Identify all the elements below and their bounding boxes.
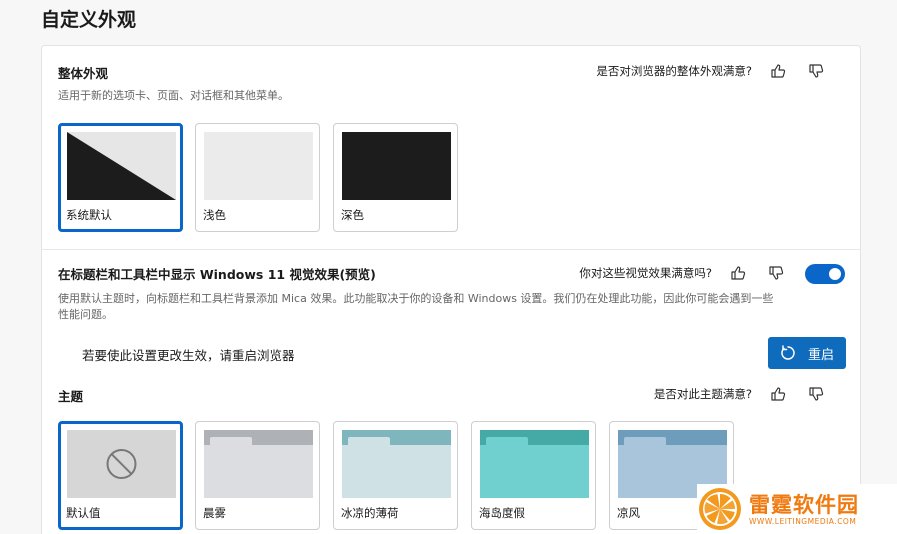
theme-option-morning-fog[interactable]: 晨雾 (195, 421, 320, 530)
theme-feedback: 是否对此主题满意? (654, 386, 824, 402)
appearance-option-system-default[interactable]: 系统默认 (58, 123, 183, 232)
restart-icon (781, 345, 795, 360)
system-default-preview (67, 132, 176, 200)
description-line: 性能问题。 (58, 308, 113, 321)
theme-feedback-question: 是否对此主题满意? (653, 387, 752, 401)
dark-preview (342, 132, 451, 200)
windows11-effects-title: 在标题栏和工具栏中显示 Windows 11 视觉效果(预览) (58, 267, 376, 282)
overall-appearance-description: 适用于新的选项卡、页面、对话框和其他菜单。 (58, 89, 289, 102)
overall-appearance-title: 整体外观 (58, 66, 109, 81)
windows11-feedback: 你对这些视觉效果满意吗? (579, 265, 784, 281)
thumbs-down-icon[interactable] (808, 386, 824, 402)
windows11-feedback-question: 你对这些视觉效果满意吗? (579, 266, 712, 280)
theme-preview (204, 430, 313, 498)
restart-button[interactable]: 重启 (768, 337, 846, 369)
theme-option-label: 凉风 (617, 506, 640, 520)
thumbs-down-icon[interactable] (808, 63, 824, 79)
appearance-option-label: 深色 (341, 208, 364, 222)
appearance-option-label: 浅色 (203, 208, 226, 222)
default-theme-preview (67, 430, 176, 498)
theme-option-label: 晨雾 (203, 506, 226, 520)
restart-button-label: 重启 (807, 347, 834, 363)
theme-option-label: 海岛度假 (479, 506, 525, 520)
settings-card: 整体外观 适用于新的选项卡、页面、对话框和其他菜单。 是否对浏览器的整体外观满意… (41, 45, 861, 534)
theme-option-island-getaway[interactable]: 海岛度假 (471, 421, 596, 530)
thumbs-up-icon[interactable] (770, 386, 786, 402)
toggle-knob (829, 268, 841, 280)
overall-feedback-question: 是否对浏览器的整体外观满意? (596, 64, 752, 78)
thumbs-up-icon[interactable] (730, 265, 746, 281)
appearance-option-light[interactable]: 浅色 (195, 123, 320, 232)
watermark-text: 雷霆软件园 WWW.LEITINGMEDIA.COM (749, 493, 859, 526)
theme-title: 主题 (58, 389, 84, 404)
theme-option-label: 默认值 (66, 506, 101, 520)
windows11-effects-toggle[interactable] (805, 264, 845, 284)
theme-option-label: 冰凉的薄荷 (341, 506, 399, 520)
section-divider (42, 249, 860, 250)
folder-icon (480, 430, 589, 498)
folder-icon (342, 430, 451, 498)
description-line: 使用默认主题时，向标题栏和工具栏背景添加 Mica 效果。此功能取决于你的设备和… (58, 292, 774, 305)
theme-option-default[interactable]: 默认值 (58, 421, 183, 530)
theme-preview (342, 430, 451, 498)
watermark-url: WWW.LEITINGMEDIA.COM (749, 516, 857, 526)
thumbs-down-icon[interactable] (768, 265, 784, 281)
page-title: 自定义外观 (41, 9, 137, 31)
appearance-option-label: 系统默认 (66, 208, 112, 222)
orange-slice-logo-icon (699, 488, 741, 530)
folder-icon (204, 430, 313, 498)
watermark: 雷霆软件园 WWW.LEITINGMEDIA.COM (697, 484, 897, 534)
theme-option-cool-mint[interactable]: 冰凉的薄荷 (333, 421, 458, 530)
theme-preview (480, 430, 589, 498)
windows11-effects-description: 使用默认主题时，向标题栏和工具栏背景添加 Mica 效果。此功能取决于你的设备和… (58, 291, 848, 323)
overall-feedback: 是否对浏览器的整体外观满意? (596, 63, 824, 79)
restart-notice: 若要使此设置更改生效，请重启浏览器 (82, 348, 295, 363)
no-theme-icon (106, 449, 137, 479)
watermark-name: 雷霆软件园 (749, 492, 859, 517)
thumbs-up-icon[interactable] (770, 63, 786, 79)
light-preview (204, 132, 313, 200)
appearance-option-dark[interactable]: 深色 (333, 123, 458, 232)
